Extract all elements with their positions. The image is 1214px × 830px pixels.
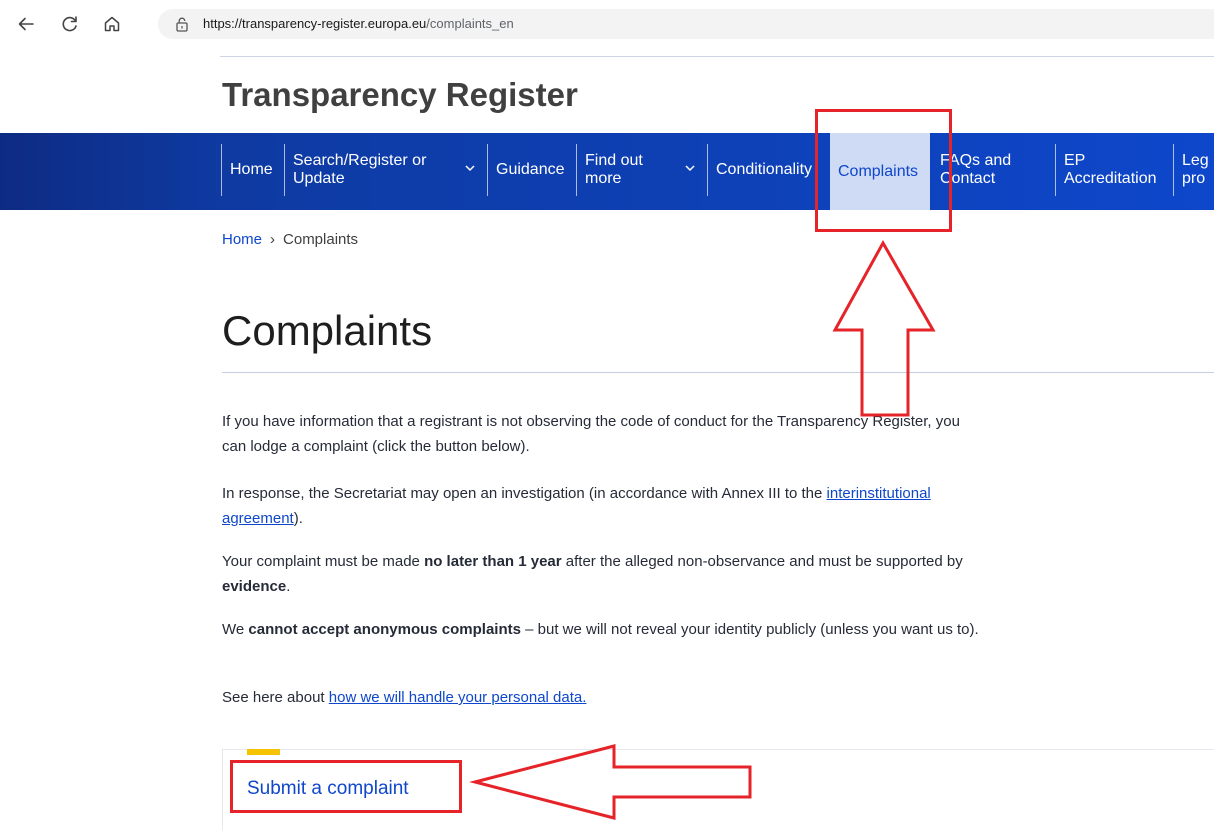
up-arrow-annotation bbox=[832, 239, 936, 417]
annotation-arrows bbox=[469, 239, 936, 820]
left-arrow-annotation bbox=[469, 744, 752, 820]
